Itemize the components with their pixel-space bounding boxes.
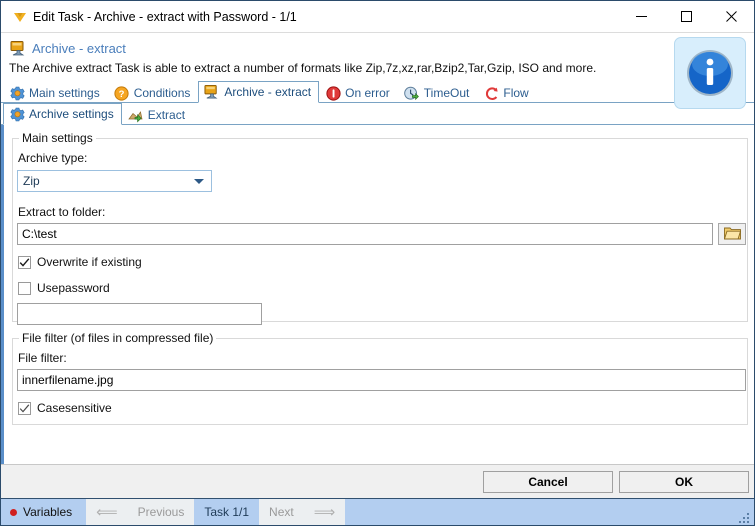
minimize-button[interactable] — [619, 1, 664, 32]
svg-text:?: ? — [119, 89, 125, 100]
settings-panel: Main settings Archive type: Zip Extract … — [1, 125, 754, 464]
edit-task-dialog: Edit Task - Archive - extract with Passw… — [0, 0, 755, 526]
task-navigation: ⟸ Previous Task 1/1 Next ⟹ — [86, 499, 346, 525]
main-settings-group-caption: Main settings — [19, 131, 96, 145]
overwrite-if-existing-label: Overwrite if existing — [37, 255, 142, 269]
case-sensitive-checkbox[interactable] — [18, 401, 31, 415]
tab-label: Flow — [503, 86, 529, 100]
breadcrumb: Archive - extract — [9, 39, 754, 57]
tab-label: Conditions — [133, 86, 191, 100]
page-title: Archive - extract — [32, 40, 126, 56]
window-title: Edit Task - Archive - extract with Passw… — [33, 9, 297, 24]
subtab-archive-settings[interactable]: Archive settings — [3, 103, 122, 125]
info-icon — [674, 37, 746, 109]
archive-type-label: Archive type: — [18, 151, 88, 165]
timeout-icon — [404, 85, 420, 101]
use-password-row[interactable]: Usepassword — [18, 281, 110, 295]
gear-icon — [9, 85, 25, 101]
flow-icon — [483, 85, 499, 101]
app-logo-icon — [9, 9, 31, 25]
file-filter-input[interactable] — [17, 369, 746, 391]
archive-extract-icon — [204, 84, 220, 100]
gear-icon — [9, 106, 25, 122]
case-sensitive-row[interactable]: Casesensitive — [18, 401, 112, 415]
tab-label: Main settings — [29, 86, 100, 100]
arrow-right-icon: ⟹ — [313, 503, 336, 521]
chevron-down-icon — [194, 179, 204, 184]
use-password-checkbox[interactable] — [18, 281, 31, 295]
title-bar: Edit Task - Archive - extract with Passw… — [1, 1, 754, 33]
archive-type-value: Zip — [23, 174, 40, 188]
file-filter-group-caption: File filter (of files in compressed file… — [19, 331, 217, 345]
task-description: The Archive extract Task is able to extr… — [9, 61, 597, 75]
extract-to-folder-label: Extract to folder: — [18, 205, 106, 219]
main-tabstrip: Main settings ? Conditions Archive - ext… — [1, 81, 754, 103]
resize-grip-icon[interactable] — [739, 511, 751, 523]
folder-icon — [723, 226, 741, 243]
cancel-button[interactable]: Cancel — [483, 470, 613, 493]
next-arrow-cell[interactable]: ⟹ — [304, 499, 346, 525]
archive-extract-icon — [9, 39, 27, 57]
question-circle-icon: ? — [114, 85, 130, 101]
red-dot-icon — [10, 508, 17, 516]
next-button[interactable]: Next — [259, 499, 304, 525]
ok-button[interactable]: OK — [619, 470, 749, 493]
overwrite-if-existing-row[interactable]: Overwrite if existing — [18, 255, 142, 269]
previous-button[interactable]: Previous — [128, 499, 195, 525]
error-circle-icon — [325, 85, 341, 101]
overwrite-if-existing-checkbox[interactable] — [18, 255, 31, 269]
file-filter-label: File filter: — [18, 351, 67, 365]
extract-to-folder-input[interactable] — [17, 223, 713, 245]
use-password-label: Usepassword — [37, 281, 110, 295]
variables-label: Variables — [23, 505, 73, 519]
dialog-footer: Cancel OK — [1, 464, 754, 498]
previous-arrow-cell[interactable]: ⟸ — [86, 499, 128, 525]
close-button[interactable] — [709, 1, 754, 32]
subtab-extract[interactable]: Extract — [122, 104, 193, 125]
tab-flow[interactable]: Flow — [477, 82, 536, 103]
tab-label: TimeOut — [423, 86, 470, 100]
case-sensitive-label: Casesensitive — [37, 401, 112, 415]
extract-arrow-icon — [128, 107, 144, 123]
tab-label: Archive - extract — [224, 85, 312, 99]
archive-type-select[interactable]: Zip — [17, 170, 212, 192]
task-header: Archive - extract The Archive extract Ta… — [1, 33, 754, 109]
maximize-button[interactable] — [664, 1, 709, 32]
tab-on-error[interactable]: On error — [319, 82, 398, 103]
tab-label: On error — [345, 86, 390, 100]
subtab-label: Archive settings — [29, 107, 114, 121]
window-controls — [619, 1, 754, 32]
tab-timeout[interactable]: TimeOut — [398, 82, 478, 103]
arrow-left-icon: ⟸ — [96, 503, 118, 521]
browse-folder-button[interactable] — [718, 223, 746, 245]
task-counter: Task 1/1 — [194, 499, 260, 525]
tab-archive-extract[interactable]: Archive - extract — [198, 81, 320, 103]
tab-main-settings[interactable]: Main settings — [3, 82, 108, 103]
tab-conditions[interactable]: ? Conditions — [108, 82, 199, 103]
subtab-label: Extract — [147, 108, 186, 122]
status-bar: Variables ⟸ Previous Task 1/1 Next ⟹ — [1, 498, 754, 525]
sub-tabstrip: Archive settings Extract — [1, 103, 754, 125]
password-input[interactable] — [17, 303, 262, 325]
variables-button[interactable]: Variables — [1, 499, 86, 525]
